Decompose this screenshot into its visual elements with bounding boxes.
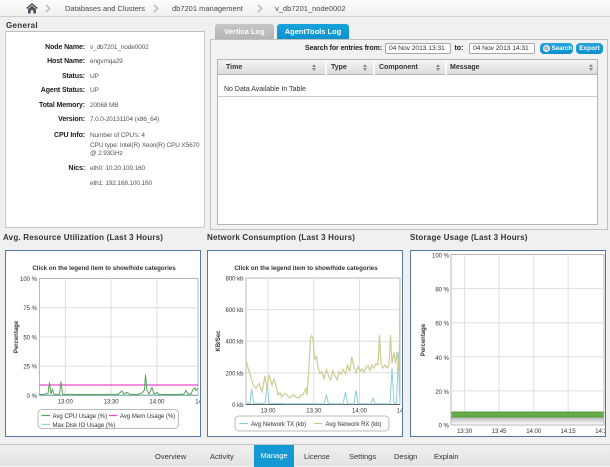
svg-text:14:30: 14:30	[195, 400, 200, 406]
svg-text:13:00: 13:00	[58, 400, 74, 406]
svg-text:Click on the legend item to sh: Click on the legend item to show/hide ca…	[32, 265, 176, 272]
svg-text:Percentage: Percentage	[14, 320, 20, 353]
svg-text:14:00: 14:00	[526, 429, 542, 435]
svg-text:600 kb: 600 kb	[225, 308, 244, 314]
svg-text:Avg Network TX (kb): Avg Network TX (kb)	[251, 422, 306, 428]
svg-text:14:30: 14:30	[595, 429, 605, 435]
svg-text:13:30: 13:30	[457, 429, 473, 435]
svg-text:13:45: 13:45	[491, 429, 507, 435]
svg-text:13:30: 13:30	[104, 400, 120, 406]
svg-text:100 %: 100 %	[20, 277, 38, 283]
svg-text:14:30: 14:30	[396, 409, 402, 415]
svg-text:60 %: 60 %	[435, 322, 449, 328]
svg-text:Percentage: Percentage	[421, 323, 427, 356]
svg-text:400 kb: 400 kb	[225, 340, 244, 346]
svg-text:Click on the legend item to sh: Click on the legend item to show/hide ca…	[234, 265, 378, 272]
svg-text:13:00: 13:00	[260, 409, 276, 415]
svg-text:0 %: 0 %	[27, 394, 38, 400]
svg-text:14:15: 14:15	[561, 429, 577, 435]
svg-text:Avg Mem Usage (%): Avg Mem Usage (%)	[120, 414, 175, 420]
svg-text:20 %: 20 %	[435, 390, 449, 396]
svg-text:KB/Sec: KB/Sec	[216, 330, 222, 352]
svg-text:75 %: 75 %	[23, 306, 37, 312]
svg-text:14:00: 14:00	[149, 400, 165, 406]
svg-text:50 %: 50 %	[23, 336, 37, 342]
svg-text:100 %: 100 %	[432, 254, 450, 260]
svg-text:800 kb: 800 kb	[225, 277, 244, 283]
svg-text:0 %: 0 %	[439, 424, 450, 430]
svg-text:0 kb: 0 kb	[232, 403, 244, 409]
svg-text:Avg Network RX (kb): Avg Network RX (kb)	[326, 422, 382, 428]
svg-text:25 %: 25 %	[23, 365, 37, 371]
svg-text:13:30: 13:30	[306, 409, 322, 415]
svg-text:200 kb: 200 kb	[225, 371, 244, 377]
svg-text:14:00: 14:00	[352, 409, 368, 415]
svg-text:40 %: 40 %	[435, 356, 449, 362]
svg-text:Max Disk IO Usage (%): Max Disk IO Usage (%)	[53, 423, 116, 429]
svg-text:80 %: 80 %	[435, 288, 449, 294]
svg-text:Avg CPU Usage (%): Avg CPU Usage (%)	[53, 414, 108, 420]
